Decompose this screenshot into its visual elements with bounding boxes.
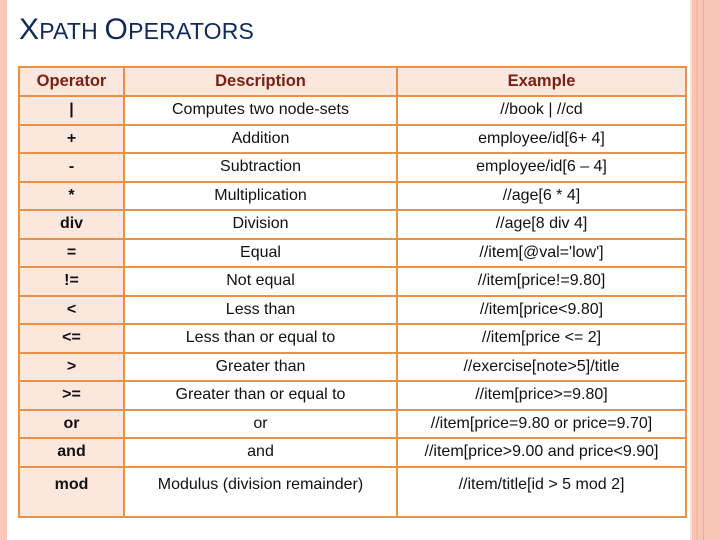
right-band-line — [690, 0, 692, 540]
example-cell: employee/id[6 – 4] — [396, 152, 687, 183]
description-cell: Not equal — [123, 266, 398, 297]
operator-cell: = — [18, 237, 125, 268]
example-cell: //item[price>9.00 and price<9.90] — [396, 437, 687, 468]
description-cell: Less than or equal to — [123, 323, 398, 354]
example-cell: //book | //cd — [396, 95, 687, 126]
description-cell: Less than — [123, 294, 398, 325]
header-example: Example — [396, 66, 687, 97]
right-band-line — [696, 0, 698, 540]
description-cell: and — [123, 437, 398, 468]
right-accent-band — [690, 0, 720, 540]
table-row: <= Less than or equal to//item[price <= 2… — [18, 323, 687, 354]
operator-cell: and — [18, 437, 125, 468]
operator-cell: mod — [18, 465, 125, 518]
operator-cell: div — [18, 209, 125, 240]
description-cell: Greater than — [123, 351, 398, 382]
title-second-letter: O — [104, 13, 129, 46]
example-cell: //item[price <= 2] — [396, 323, 687, 354]
operator-cell: + — [18, 123, 125, 154]
operator-cell: * — [18, 180, 125, 211]
example-cell: //age[6 * 4] — [396, 180, 687, 211]
table-row: div Division//age[8 div 4] — [18, 209, 687, 240]
slide-title: XPATH OPERATORS — [19, 10, 254, 51]
description-cell: Greater than or equal to — [123, 380, 398, 411]
operators-table: Operator Description Example | Computes t… — [18, 66, 687, 518]
example-cell: //item[@val='low'] — [396, 237, 687, 268]
table-row: - Subtraction employee/id[6 – 4] — [18, 152, 687, 183]
operator-cell: | — [18, 95, 125, 126]
header-description: Description — [123, 66, 398, 97]
header-operator: Operator — [18, 66, 125, 97]
description-cell: Computes two node-sets — [123, 95, 398, 126]
example-cell: employee/id[6+ 4] — [396, 123, 687, 154]
example-cell: //age[8 div 4] — [396, 209, 687, 240]
left-accent-stripe — [0, 0, 7, 540]
table-row: > Greater than//exercise[note>5]/title — [18, 351, 687, 382]
operator-cell: > — [18, 351, 125, 382]
table-row: | Computes two node-sets//book | //cd — [18, 95, 687, 126]
description-cell: Modulus (division remainder) — [123, 465, 398, 518]
table-header-row: Operator Description Example — [18, 66, 687, 97]
operator-cell: != — [18, 266, 125, 297]
description-cell: or — [123, 408, 398, 439]
description-cell: Addition — [123, 123, 398, 154]
example-cell: //item[price>=9.80] — [396, 380, 687, 411]
operator-cell: or — [18, 408, 125, 439]
table-row: and and//item[price>9.00 and price<9.90] — [18, 437, 687, 468]
example-cell: //exercise[note>5]/title — [396, 351, 687, 382]
right-band-line — [703, 0, 704, 540]
table-row: < Less than//item[price<9.80] — [18, 294, 687, 325]
table-row: + Addition employee/id[6+ 4] — [18, 123, 687, 154]
title-word-2: PERATORS — [128, 18, 255, 44]
table-row: mod Modulus (division remainder)//item/ti… — [18, 465, 687, 518]
table-row: * Multiplication//age[6 * 4] — [18, 180, 687, 211]
operator-cell: < — [18, 294, 125, 325]
operator-cell: >= — [18, 380, 125, 411]
example-cell: //item[price!=9.80] — [396, 266, 687, 297]
title-first-letter: X — [19, 13, 40, 46]
table-row: = Equal//item[@val='low'] — [18, 237, 687, 268]
example-cell: //item/title[id > 5 mod 2] — [396, 465, 687, 518]
table-row: >= Greater than or equal to//item[price>=… — [18, 380, 687, 411]
example-cell: //item[price<9.80] — [396, 294, 687, 325]
title-word-1: PATH — [39, 18, 105, 44]
table-row: or or//item[price=9.80 or price=9.70] — [18, 408, 687, 439]
operator-cell: <= — [18, 323, 125, 354]
description-cell: Division — [123, 209, 398, 240]
example-cell: //item[price=9.80 or price=9.70] — [396, 408, 687, 439]
table-body: | Computes two node-sets//book | //cd + Add… — [18, 95, 687, 518]
description-cell: Equal — [123, 237, 398, 268]
description-cell: Subtraction — [123, 152, 398, 183]
description-cell: Multiplication — [123, 180, 398, 211]
operator-cell: - — [18, 152, 125, 183]
table-row: != Not equal//item[price!=9.80] — [18, 266, 687, 297]
